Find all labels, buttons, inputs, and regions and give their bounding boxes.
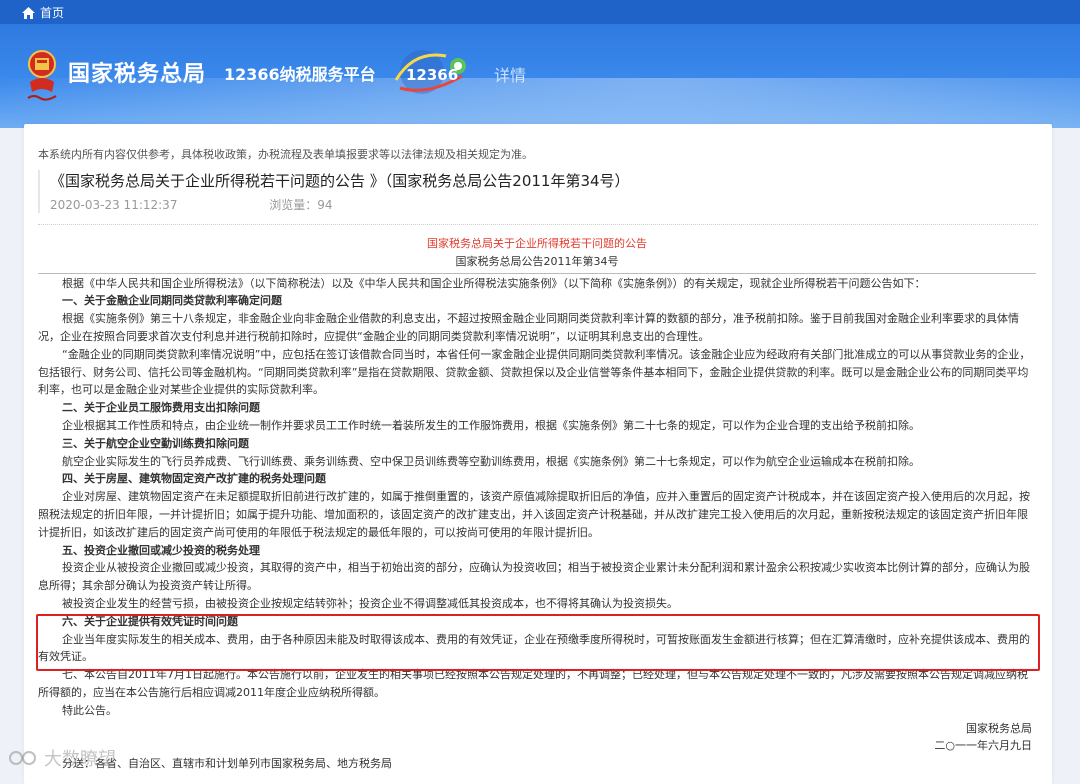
divider [38,224,1038,225]
section-6-title: 六、关于企业提供有效凭证时间问题 [62,614,238,628]
home-icon [22,6,35,19]
paragraph-intro: 根据《中华人民共和国企业所得税法》（以下简称税法）以及《中华人民共和国企业所得税… [62,276,926,290]
section-6-paragraph: 企业当年度实际发生的相关成本、费用，由于各种原因未能及时取得该成本、费用的有效凭… [38,632,1030,664]
document-heading: 国家税务总局关于企业所得税若干问题的公告 [427,237,647,250]
section-2-paragraph: 企业根据其工作性质和特点，由企业统一制作并要求员工工作时统一着装所发生的工作服饰… [62,418,920,432]
publish-date: 2020-03-23 11:12:37 [50,198,178,212]
watermark: 大数瞭望 [8,745,116,771]
top-nav-bar: 首页 [0,0,1080,24]
signature: 国家税务总局 [966,721,1032,735]
view-count: 浏览量：94 [269,198,333,212]
distribution-list: 分送：各省、自治区、直辖市和计划单列市国家税务局、地方税务局 [62,757,392,771]
tax-bureau-emblem-icon [27,50,57,101]
watermark-logo-icon [9,751,36,765]
article-title: 《国家税务总局关于企业所得税若干问题的公告 》（国家税务总局公告2011年第34… [50,172,630,190]
watermark-text: 大数瞭望 [44,749,116,770]
section-1-paragraph-2: “金融企业的同期同类贷款利率情况说明”中，应包括在签订该借款合同当时，本省任何一… [38,347,1031,397]
home-label: 首页 [40,6,65,20]
article-meta: 2020-03-23 11:12:37 浏览量：94 [50,196,1050,213]
section-5-title: 五、投资企业撤回或减少投资的税务处理 [62,543,260,557]
section-1-title: 一、关于金融企业同期同类贷款利率确定问题 [62,294,282,308]
section-1-paragraph-1: 根据《实施条例》第三十八条规定，非金融企业向非金融企业借款的利息支出，不超过按照… [38,312,1019,343]
sign-date: 二○一一年六月九日 [934,739,1032,753]
logo-text: 12366 [406,66,458,84]
article-header: 《国家税务总局关于企业所得税若干问题的公告 》（国家税务总局公告2011年第34… [38,170,1050,213]
section-5-paragraph-2: 被投资企业发生的经营亏损，由被投资企业按规定结转弥补；投资企业不得调整减低其投资… [62,596,678,610]
section-4-title: 四、关于房屋、建筑物固定资产改扩建的税务处理问题 [62,472,326,486]
section-3-paragraph: 航空企业实际发生的飞行员养成费、飞行训练费、乘务训练费、空中保卫员训练费等空勤训… [62,454,920,468]
section-2-title: 二、关于企业员工服饰费用支出扣除问题 [62,401,260,415]
platform-name: 12366纳税服务平台 [224,65,376,84]
document-rule [38,272,1036,274]
bureau-name: 国家税务总局 [68,62,207,87]
section-5-paragraph-1: 投资企业从被投资企业撤回或减少投资，其取得的资产中，相当于初始出资的部分，应确认… [38,561,1030,593]
home-link[interactable]: 首页 [22,4,64,21]
disclaimer-text: 本系统内所有内容仅供参考，具体税收政策，办税流程及表单填报要求等以法律法规及相关… [38,148,533,161]
closing-text: 特此公告。 [62,703,117,717]
document-body: 国家税务总局关于企业所得税若干问题的公告 国家税务总局公告2011年第34号 根… [38,235,1036,773]
details-link[interactable]: 详情 [494,62,526,86]
section-4-paragraph: 企业对房屋、建筑物固定资产在未足额提取折旧前进行改扩建的，如属于推倒重置的，该资… [38,490,1030,539]
content-card: 本系统内所有内容仅供参考，具体税收政策，办税流程及表单填报要求等以法律法规及相关… [24,124,1052,784]
section-3-title: 三、关于航空企业空勤训练费扣除问题 [62,436,249,450]
section-7-paragraph: 七、本公告自2011年7月1日起施行。本公告施行以前，企业发生的相关事项已经按照… [38,668,1028,699]
12366-logo-icon: 12366 [394,50,466,94]
header-banner: 国家税务总局 12366纳税服务平台 12366 详情 [0,24,1080,128]
document-number: 国家税务总局公告2011年第34号 [455,254,619,268]
